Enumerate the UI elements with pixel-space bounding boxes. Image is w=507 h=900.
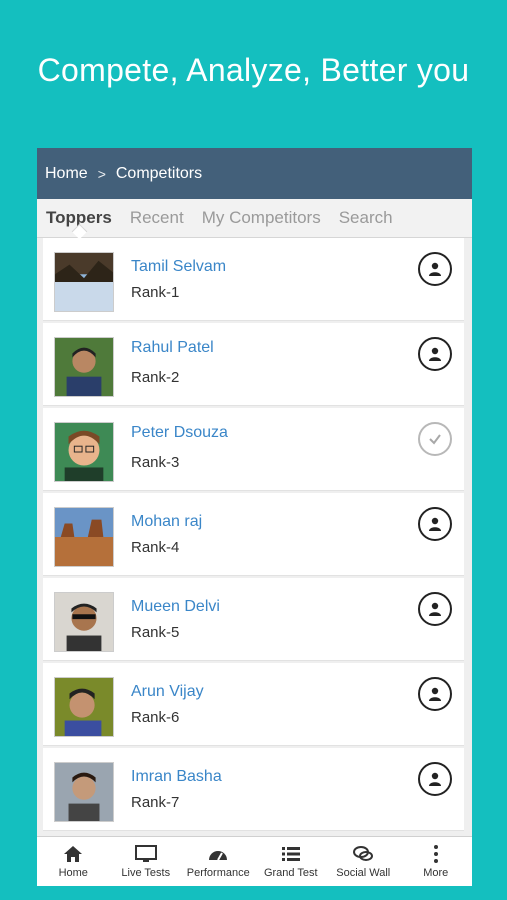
- avatar: [54, 422, 114, 482]
- user-icon: [429, 347, 441, 361]
- competitor-name[interactable]: Arun Vijay: [131, 683, 204, 701]
- nav-home-label: Home: [58, 867, 88, 879]
- tab-my-competitors[interactable]: My Competitors: [202, 208, 321, 228]
- follow-button[interactable]: [418, 677, 452, 711]
- competitor-name[interactable]: Imran Basha: [131, 768, 222, 786]
- monitor-icon: [134, 845, 157, 862]
- follow-button[interactable]: [418, 252, 452, 286]
- competitor-rank: Rank-2: [131, 369, 180, 386]
- following-button[interactable]: [418, 422, 452, 456]
- user-icon: [429, 602, 441, 616]
- follow-button[interactable]: [418, 337, 452, 371]
- tagline: Compete, Analyze, Better you: [37, 52, 470, 88]
- competitor-rank: Rank-6: [131, 709, 180, 726]
- list-item[interactable]: Arun Vijay Rank-6: [43, 663, 464, 746]
- user-icon: [429, 772, 441, 786]
- breadcrumb-separator: >: [97, 165, 106, 182]
- competitor-rank: Rank-1: [131, 284, 180, 301]
- nav-live-tests[interactable]: Live Tests: [110, 837, 183, 886]
- app-screen: Home > Competitors Toppers Recent My Com…: [37, 148, 472, 886]
- bottom-nav: Home Live Tests Performance Grand Test S…: [37, 836, 472, 886]
- tab-bar: Toppers Recent My Competitors Search: [37, 199, 472, 238]
- avatar: [54, 507, 114, 567]
- more-icon: [433, 845, 438, 863]
- competitor-rank: Rank-5: [131, 624, 180, 641]
- follow-button[interactable]: [418, 592, 452, 626]
- nav-grand-test[interactable]: Grand Test: [255, 837, 328, 886]
- tab-recent[interactable]: Recent: [130, 208, 184, 228]
- chat-icon: [353, 846, 374, 861]
- list-icon: [281, 847, 300, 861]
- gauge-icon: [209, 851, 228, 861]
- competitor-name[interactable]: Peter Dsouza: [131, 424, 228, 442]
- list-item[interactable]: Imran Basha Rank-7: [43, 748, 464, 831]
- follow-button[interactable]: [418, 507, 452, 541]
- tab-search[interactable]: Search: [339, 208, 393, 228]
- competitor-rank: Rank-3: [131, 454, 180, 471]
- user-icon: [429, 687, 441, 701]
- avatar: [54, 337, 114, 397]
- breadcrumb-home[interactable]: Home: [45, 165, 88, 183]
- breadcrumb: Home > Competitors: [37, 148, 472, 199]
- competitor-name[interactable]: Mueen Delvi: [131, 598, 220, 616]
- breadcrumb-current: Competitors: [115, 164, 203, 182]
- competitor-rank: Rank-4: [131, 539, 180, 556]
- list-item[interactable]: Tamil Selvam Rank-1: [43, 238, 464, 321]
- nav-home[interactable]: Home: [37, 837, 110, 886]
- nav-more-label: More: [423, 867, 449, 879]
- avatar: [54, 677, 114, 737]
- competitor-rank: Rank-7: [131, 794, 180, 811]
- user-icon: [429, 262, 441, 276]
- competitor-name[interactable]: Mohan raj: [131, 513, 202, 531]
- nav-grand-test-label: Grand Test: [263, 867, 318, 879]
- nav-social-wall[interactable]: Social Wall: [327, 837, 400, 886]
- user-icon: [429, 517, 441, 531]
- list-item[interactable]: Rahul Patel Rank-2: [43, 323, 464, 406]
- nav-more[interactable]: More: [400, 837, 473, 886]
- avatar: [54, 592, 114, 652]
- avatar: [54, 762, 114, 822]
- follow-button[interactable]: [418, 762, 452, 796]
- competitor-name[interactable]: Rahul Patel: [131, 339, 214, 357]
- home-icon: [64, 846, 83, 862]
- competitor-name[interactable]: Tamil Selvam: [131, 258, 226, 276]
- tab-toppers[interactable]: Toppers: [46, 208, 112, 228]
- nav-performance[interactable]: Performance: [182, 837, 255, 886]
- nav-performance-label: Performance: [186, 867, 250, 879]
- check-icon: [429, 434, 441, 445]
- nav-live-tests-label: Live Tests: [121, 867, 171, 879]
- list-item[interactable]: Peter Dsouza Rank-3: [43, 408, 464, 491]
- nav-social-wall-label: Social Wall: [336, 867, 391, 879]
- avatar: [54, 252, 114, 312]
- list-item[interactable]: Mueen Delvi Rank-5: [43, 578, 464, 661]
- list-item[interactable]: Mohan raj Rank-4: [43, 493, 464, 576]
